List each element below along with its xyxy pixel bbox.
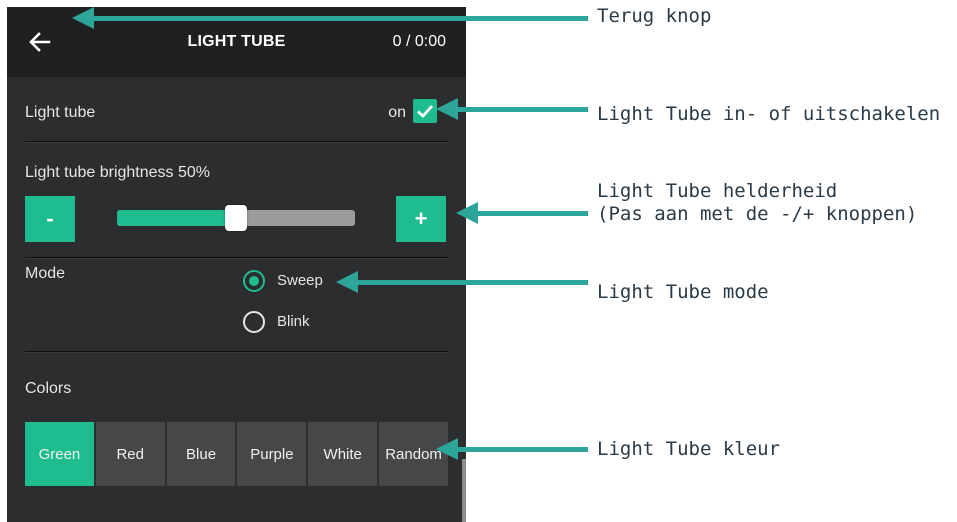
annotation-arrowhead — [456, 202, 478, 224]
divider — [25, 141, 448, 143]
color-button-red[interactable]: Red — [95, 422, 167, 486]
annotation-arrow-color — [456, 447, 588, 452]
annotation-arrowhead — [436, 438, 458, 460]
annotation-mode: Light Tube mode — [597, 281, 769, 303]
mode-label: Mode — [25, 265, 66, 282]
brightness-plus-button[interactable]: + — [396, 196, 446, 242]
light-tube-checkbox[interactable] — [413, 99, 437, 123]
light-tube-label: Light tube — [25, 104, 96, 121]
annotation-arrow-back — [92, 16, 588, 21]
color-button-white[interactable]: White — [308, 422, 380, 486]
brightness-minus-button[interactable]: - — [25, 196, 75, 242]
color-button-blue[interactable]: Blue — [166, 422, 238, 486]
slider-thumb[interactable] — [225, 205, 247, 231]
annotation-arrowhead — [336, 271, 358, 293]
annotation-brightness-hint: (Pas aan met de -/+ knoppen) — [597, 203, 918, 225]
brightness-label: Light tube brightness 50% — [25, 164, 211, 181]
scrollbar[interactable] — [462, 459, 466, 522]
annotation-arrow-brightness — [476, 211, 588, 216]
annotation-arrowhead — [436, 98, 458, 120]
light-tube-screen: LIGHT TUBE 0 / 0:00 Light tube on Light … — [7, 7, 466, 522]
toggle-state-text: on — [388, 104, 406, 121]
radio-selected-icon — [243, 270, 265, 292]
annotation-brightness-title: Light Tube helderheid — [597, 180, 838, 202]
divider — [25, 351, 448, 353]
annotation-arrowhead — [72, 7, 94, 29]
annotation-toggle: Light Tube in- of uitschakelen — [597, 103, 941, 125]
annotation-arrow-mode — [356, 280, 588, 285]
colors-label: Colors — [25, 380, 72, 397]
slider-fill — [117, 210, 236, 226]
annotation-back: Terug knop — [597, 5, 712, 27]
color-button-green[interactable]: Green — [25, 422, 96, 486]
mode-option-label: Blink — [277, 313, 310, 330]
color-button-purple[interactable]: Purple — [237, 422, 309, 486]
annotation-arrow-toggle — [456, 107, 588, 112]
mode-option-label: Sweep — [277, 272, 323, 289]
divider — [25, 257, 448, 259]
radio-unselected-icon — [243, 311, 265, 333]
annotation-color: Light Tube kleur — [597, 438, 781, 460]
color-selector: Green Red Blue Purple White Random — [25, 422, 448, 486]
check-icon — [417, 105, 434, 118]
